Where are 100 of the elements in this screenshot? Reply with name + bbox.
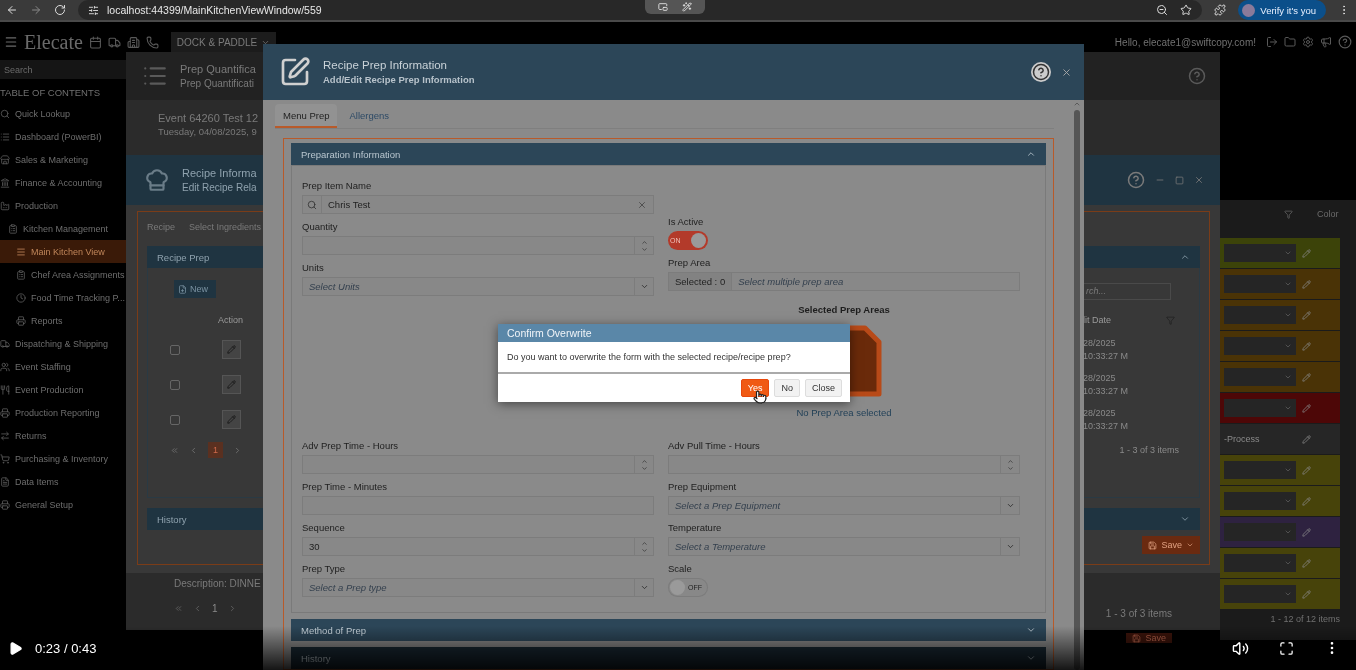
select-field[interactable] (1224, 523, 1296, 541)
prev-page-icon[interactable] (189, 445, 198, 455)
sidebar-item[interactable]: Main Kitchen View (0, 240, 126, 263)
select-field[interactable] (1224, 275, 1296, 293)
number-field[interactable] (302, 236, 654, 255)
edit-icon[interactable] (1302, 496, 1311, 506)
sidebar-item[interactable]: Dashboard (PowerBI) (0, 125, 126, 148)
scrollbar-thumb[interactable] (1074, 110, 1080, 670)
save-button[interactable]: Save (1142, 536, 1200, 554)
sidebar-item[interactable]: Reports (0, 309, 126, 332)
sidebar-item[interactable]: Data Items (0, 470, 126, 493)
select-field[interactable] (1224, 306, 1296, 324)
new-button[interactable]: New (174, 280, 216, 298)
edit-icon[interactable] (1302, 403, 1311, 413)
select-field[interactable] (1224, 461, 1296, 479)
sidebar-item[interactable]: Returns (0, 424, 126, 447)
color-row[interactable] (1220, 517, 1340, 547)
select-field[interactable]: Select a Prep Equipment (668, 496, 1020, 515)
edit-icon[interactable] (1302, 310, 1311, 320)
edit-icon[interactable] (1302, 589, 1311, 599)
color-row[interactable] (1220, 393, 1340, 423)
select-field[interactable]: Select Units (302, 277, 654, 296)
wand-icon[interactable] (682, 2, 692, 12)
color-row[interactable] (1220, 455, 1340, 485)
sidebar-item[interactable]: Finance & Accounting (0, 171, 126, 194)
dialog-button[interactable]: Close (805, 379, 842, 397)
next-page-icon[interactable] (233, 445, 242, 455)
edit-icon[interactable] (1302, 558, 1311, 568)
sidebar-item[interactable]: Sales & Marketing (0, 148, 126, 171)
edit-icon[interactable] (1302, 279, 1311, 289)
extensions-icon[interactable] (1214, 4, 1227, 16)
breadcrumb-link[interactable]: Recipe (147, 222, 175, 232)
sidebar-item[interactable]: Quick Lookup (0, 102, 126, 125)
star-icon[interactable] (1180, 4, 1193, 16)
page-number[interactable]: 1 (208, 442, 223, 458)
color-row[interactable] (1220, 362, 1340, 392)
select-field[interactable] (1224, 585, 1296, 603)
tab[interactable]: Allergens (341, 104, 398, 128)
dialog-button[interactable]: Yes (740, 379, 770, 397)
section-header[interactable]: Method of Prep (291, 619, 1046, 641)
select-field[interactable] (1224, 399, 1296, 417)
edit-button[interactable] (222, 340, 241, 359)
sidebar-item[interactable]: Production (0, 194, 126, 217)
edit-button[interactable] (222, 375, 241, 394)
search-field[interactable]: Chris Test (302, 195, 654, 214)
search-field[interactable]: Search (0, 60, 126, 79)
window-icon[interactable] (658, 2, 668, 12)
row-checkbox[interactable] (170, 414, 180, 425)
sidebar-item[interactable]: Event Staffing (0, 355, 126, 378)
select-field[interactable] (1224, 554, 1296, 572)
select-field[interactable]: Select a Temperature (668, 537, 1020, 556)
forward-icon[interactable] (30, 4, 42, 16)
color-row[interactable]: -Process (1220, 424, 1340, 454)
folder-icon[interactable] (1284, 36, 1296, 48)
select-field[interactable] (1224, 244, 1296, 262)
breadcrumb-link[interactable]: Select Ingredients (189, 222, 262, 232)
tab[interactable]: Menu Prep (275, 104, 338, 128)
location-dropdown[interactable]: DOCK & PADDLE (170, 32, 277, 52)
number-field[interactable]: 30 (302, 537, 654, 556)
back-icon[interactable] (6, 4, 18, 16)
sidebar-item[interactable]: Production Reporting (0, 401, 126, 424)
calendar-icon[interactable] (88, 35, 102, 49)
sidebar-item[interactable]: Purchasing & Inventory (0, 447, 126, 470)
volume-icon[interactable] (1232, 639, 1249, 657)
sidebar-item[interactable]: Food Time Tracking P... (0, 286, 126, 309)
help-button[interactable] (1031, 62, 1051, 82)
color-row[interactable] (1220, 486, 1340, 516)
sidebar-item[interactable]: General Setup (0, 493, 126, 516)
section-header[interactable]: Preparation Information (291, 143, 1046, 165)
settings-icon[interactable] (1302, 36, 1314, 48)
fullscreen-icon[interactable] (1279, 640, 1294, 656)
edit-icon[interactable] (1302, 341, 1311, 351)
edit-icon[interactable] (1302, 372, 1311, 382)
edit-icon[interactable] (1302, 465, 1311, 475)
multiselect-field[interactable]: Selected : 0 Select multiple prep area (668, 272, 1020, 291)
edit-icon[interactable] (1302, 248, 1311, 258)
sidebar-item[interactable]: Kitchen Management (0, 217, 126, 240)
logout-icon[interactable] (1266, 36, 1278, 48)
first-page-icon[interactable] (174, 604, 183, 613)
zoom-icon[interactable] (1156, 4, 1169, 16)
color-row[interactable] (1220, 238, 1340, 268)
reload-icon[interactable] (54, 4, 66, 16)
help-icon[interactable] (1338, 35, 1352, 49)
megaphone-icon[interactable] (1320, 36, 1332, 48)
edit-icon[interactable] (1302, 527, 1311, 537)
edit-button[interactable] (222, 410, 241, 429)
help-icon[interactable] (1188, 67, 1206, 85)
profile-button[interactable]: Verify it's you (1238, 0, 1326, 20)
page-number[interactable]: 1 (212, 603, 218, 614)
prev-page-icon[interactable] (193, 604, 202, 613)
sidebar-item[interactable]: Dispatching & Shipping (0, 332, 126, 355)
address-bar[interactable]: localhost:44399/MainKitchenViewWindow/559 (78, 0, 1203, 20)
clear-icon[interactable] (637, 199, 647, 210)
dialog-button[interactable]: No (774, 379, 800, 397)
truck-icon[interactable] (107, 35, 121, 49)
filter-icon[interactable] (1284, 209, 1293, 219)
color-row[interactable] (1220, 300, 1340, 330)
select-field[interactable] (1224, 337, 1296, 355)
save-button[interactable]: Save (1126, 633, 1172, 643)
play-icon[interactable] (8, 640, 23, 656)
